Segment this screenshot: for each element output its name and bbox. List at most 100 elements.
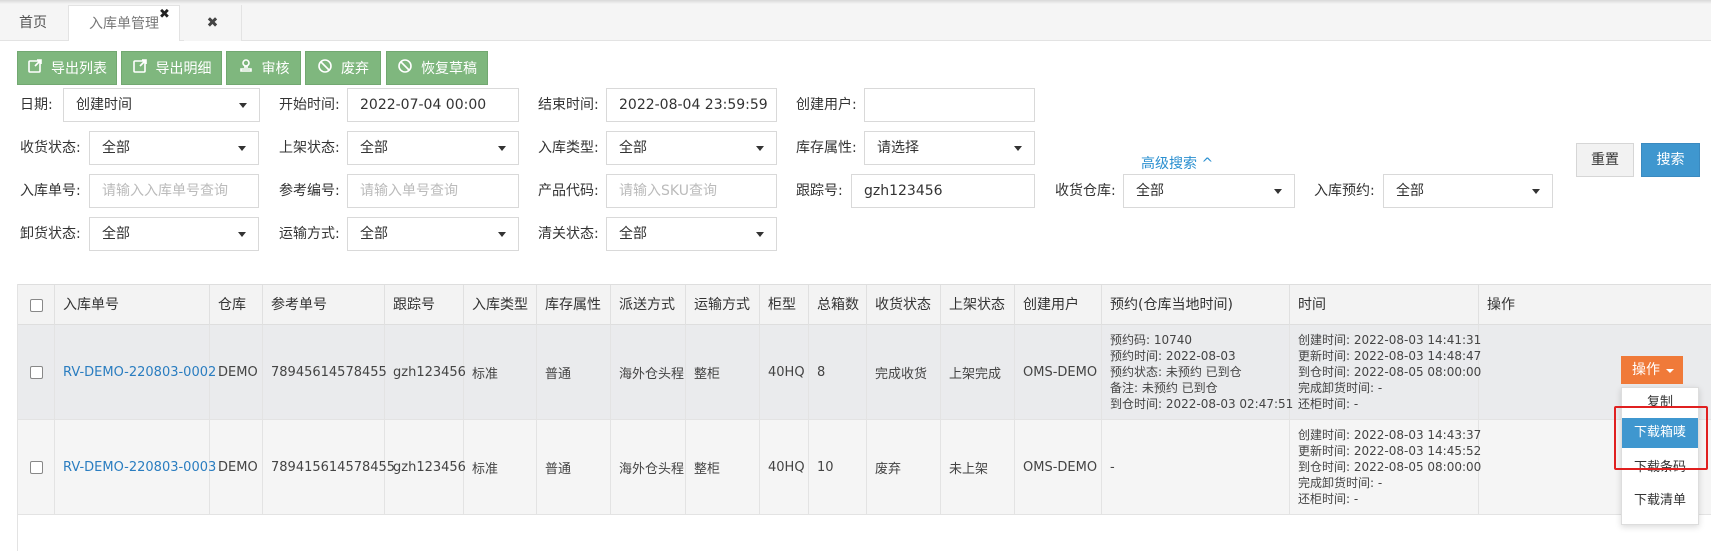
cell-boxes: 10: [809, 420, 867, 514]
reservation-line: 到仓时间: 2022-08-03 02:47:51: [1110, 397, 1294, 411]
inbound-type-label: 入库类型:: [538, 140, 599, 156]
time-line: 到仓时间: 2022-08-05 08:00:00: [1298, 365, 1482, 379]
receive-status-select[interactable]: 全部: [89, 131, 259, 165]
reservation-label: 入库预约:: [1314, 183, 1375, 199]
end-time-value: 2022-08-04 23:59:59: [619, 97, 768, 113]
ban-icon: [317, 58, 333, 78]
ban-icon: [397, 58, 413, 78]
end-time-input[interactable]: 2022-08-04 23:59:59: [606, 88, 777, 122]
col-reservation: 预约(仓库当地时间): [1102, 285, 1290, 325]
cell-delivery: 海外仓头程: [611, 420, 686, 514]
approve-button[interactable]: 审核: [226, 51, 301, 85]
col-tracking: 跟踪号: [385, 285, 464, 325]
col-inbound-type: 入库类型: [464, 285, 537, 325]
tab-home[interactable]: 首页: [0, 5, 66, 41]
date-type-value: 创建时间: [76, 97, 132, 113]
cell-boxes: 8: [809, 325, 867, 419]
inbound-table: 入库单号 仓库 参考单号 跟踪号 入库类型 库存属性 派送方式 运输方式 柜型 …: [17, 284, 1711, 551]
inbound-type-value: 全部: [619, 140, 647, 156]
export-icon: [27, 58, 43, 78]
close-all-tabs-button[interactable]: ✖: [184, 5, 242, 41]
cell-creator: OMS-DEMO: [1015, 325, 1102, 419]
select-all-checkbox[interactable]: [18, 285, 55, 325]
sku-input[interactable]: 请输入SKU查询: [606, 174, 777, 208]
checkbox-icon: [29, 365, 43, 379]
col-delivery: 派送方式: [611, 285, 686, 325]
warehouse-select[interactable]: 全部: [1123, 174, 1295, 208]
cell-container: 40HQ: [760, 325, 809, 419]
transport-select[interactable]: 全部: [347, 217, 519, 251]
time-line: 创建时间: 2022-08-03 14:43:37: [1298, 428, 1482, 442]
tab-close-icon[interactable]: ✖: [159, 8, 170, 22]
cell-reservation: 预约码: 10740 预约时间: 2022-08-03 预约状态: 未预约 已到…: [1102, 325, 1294, 419]
order-no-link[interactable]: RV-DEMO-220803-0002: [55, 325, 216, 419]
customs-select[interactable]: 全部: [606, 217, 777, 251]
order-no-input[interactable]: 请输入入库单号查询: [89, 174, 259, 208]
shelf-status-label: 上架状态:: [279, 140, 340, 156]
shelf-status-value: 全部: [360, 140, 388, 156]
operations-button[interactable]: 操作: [1621, 356, 1683, 384]
unload-status-select[interactable]: 全部: [89, 217, 259, 251]
cell-tracking: gzh123456: [385, 325, 466, 419]
row-checkbox[interactable]: [18, 325, 55, 419]
col-time: 时间: [1290, 285, 1479, 325]
inbound-type-select[interactable]: 全部: [606, 131, 777, 165]
time-line: 完成卸货时间: -: [1298, 381, 1383, 395]
menu-download-list[interactable]: 下载清单: [1622, 486, 1698, 516]
order-no-link[interactable]: RV-DEMO-220803-0003: [55, 420, 216, 514]
cell-shelf-status: 上架完成: [941, 325, 1015, 419]
cell-transport: 整柜: [686, 325, 760, 419]
export-list-button[interactable]: 导出列表: [17, 51, 117, 85]
search-button[interactable]: 搜索: [1641, 143, 1700, 177]
col-creator: 创建用户: [1015, 285, 1102, 325]
restore-draft-label: 恢复草稿: [421, 61, 477, 77]
date-label: 日期:: [20, 97, 53, 113]
stock-attr-select[interactable]: 请选择: [864, 131, 1035, 165]
reservation-select[interactable]: 全部: [1383, 174, 1553, 208]
table-header: 入库单号 仓库 参考单号 跟踪号 入库类型 库存属性 派送方式 运输方式 柜型 …: [18, 284, 1711, 325]
cell-times: 创建时间: 2022-08-03 14:41:31 更新时间: 2022-08-…: [1290, 325, 1482, 419]
col-warehouse: 仓库: [210, 285, 263, 325]
end-time-label: 结束时间:: [538, 97, 599, 113]
time-line: 更新时间: 2022-08-03 14:48:47: [1298, 349, 1482, 363]
cell-receive-status: 废弃: [867, 420, 941, 514]
cell-reservation: -: [1102, 420, 1290, 514]
cell-container: 40HQ: [760, 420, 809, 514]
export-list-label: 导出列表: [51, 61, 107, 77]
creator-input[interactable]: [864, 88, 1035, 122]
warehouse-value: 全部: [1136, 183, 1164, 199]
time-line: 到仓时间: 2022-08-05 08:00:00: [1298, 460, 1482, 474]
cell-shelf-status: 未上架: [941, 420, 1015, 514]
export-detail-button[interactable]: 导出明细: [121, 51, 222, 85]
discard-button[interactable]: 废弃: [305, 51, 381, 85]
transport-value: 全部: [360, 226, 388, 242]
cell-ref-no: 789415614578455: [263, 420, 395, 514]
shelf-status-select[interactable]: 全部: [347, 131, 519, 165]
tracking-label: 跟踪号:: [796, 183, 843, 199]
customs-value: 全部: [619, 226, 647, 242]
reservation-line: 预约码: 10740: [1110, 333, 1193, 347]
time-line: 完成卸货时间: -: [1298, 476, 1383, 490]
cell-warehouse: DEMO: [210, 420, 263, 514]
cell-type: 标准: [464, 420, 537, 514]
row-checkbox[interactable]: [18, 420, 55, 514]
cell-warehouse: DEMO: [210, 325, 263, 419]
col-stock-attr: 库存属性: [537, 285, 611, 325]
unload-status-value: 全部: [102, 226, 130, 242]
tracking-input[interactable]: gzh123456: [851, 174, 1035, 208]
start-time-input[interactable]: 2022-07-04 00:00: [347, 88, 519, 122]
checkbox-icon: [29, 298, 43, 312]
col-shelf-status: 上架状态: [941, 285, 1015, 325]
ref-no-input[interactable]: 请输入单号查询: [347, 174, 519, 208]
receive-status-label: 收货状态:: [20, 140, 81, 156]
cell-ref-no: 78945614578455: [263, 325, 387, 419]
reset-button[interactable]: 重置: [1576, 143, 1634, 177]
table-row: RV-DEMO-220803-0002 DEMO 78945614578455 …: [18, 325, 1711, 420]
restore-draft-button[interactable]: 恢复草稿: [386, 51, 488, 85]
reservation-line: 预约时间: 2022-08-03: [1110, 349, 1236, 363]
cell-stock-attr: 普通: [537, 325, 611, 419]
date-type-select[interactable]: 创建时间: [63, 88, 260, 122]
discard-label: 废弃: [341, 61, 369, 77]
time-line: 还柜时间: -: [1298, 397, 1359, 411]
order-no-label: 入库单号:: [20, 183, 81, 199]
